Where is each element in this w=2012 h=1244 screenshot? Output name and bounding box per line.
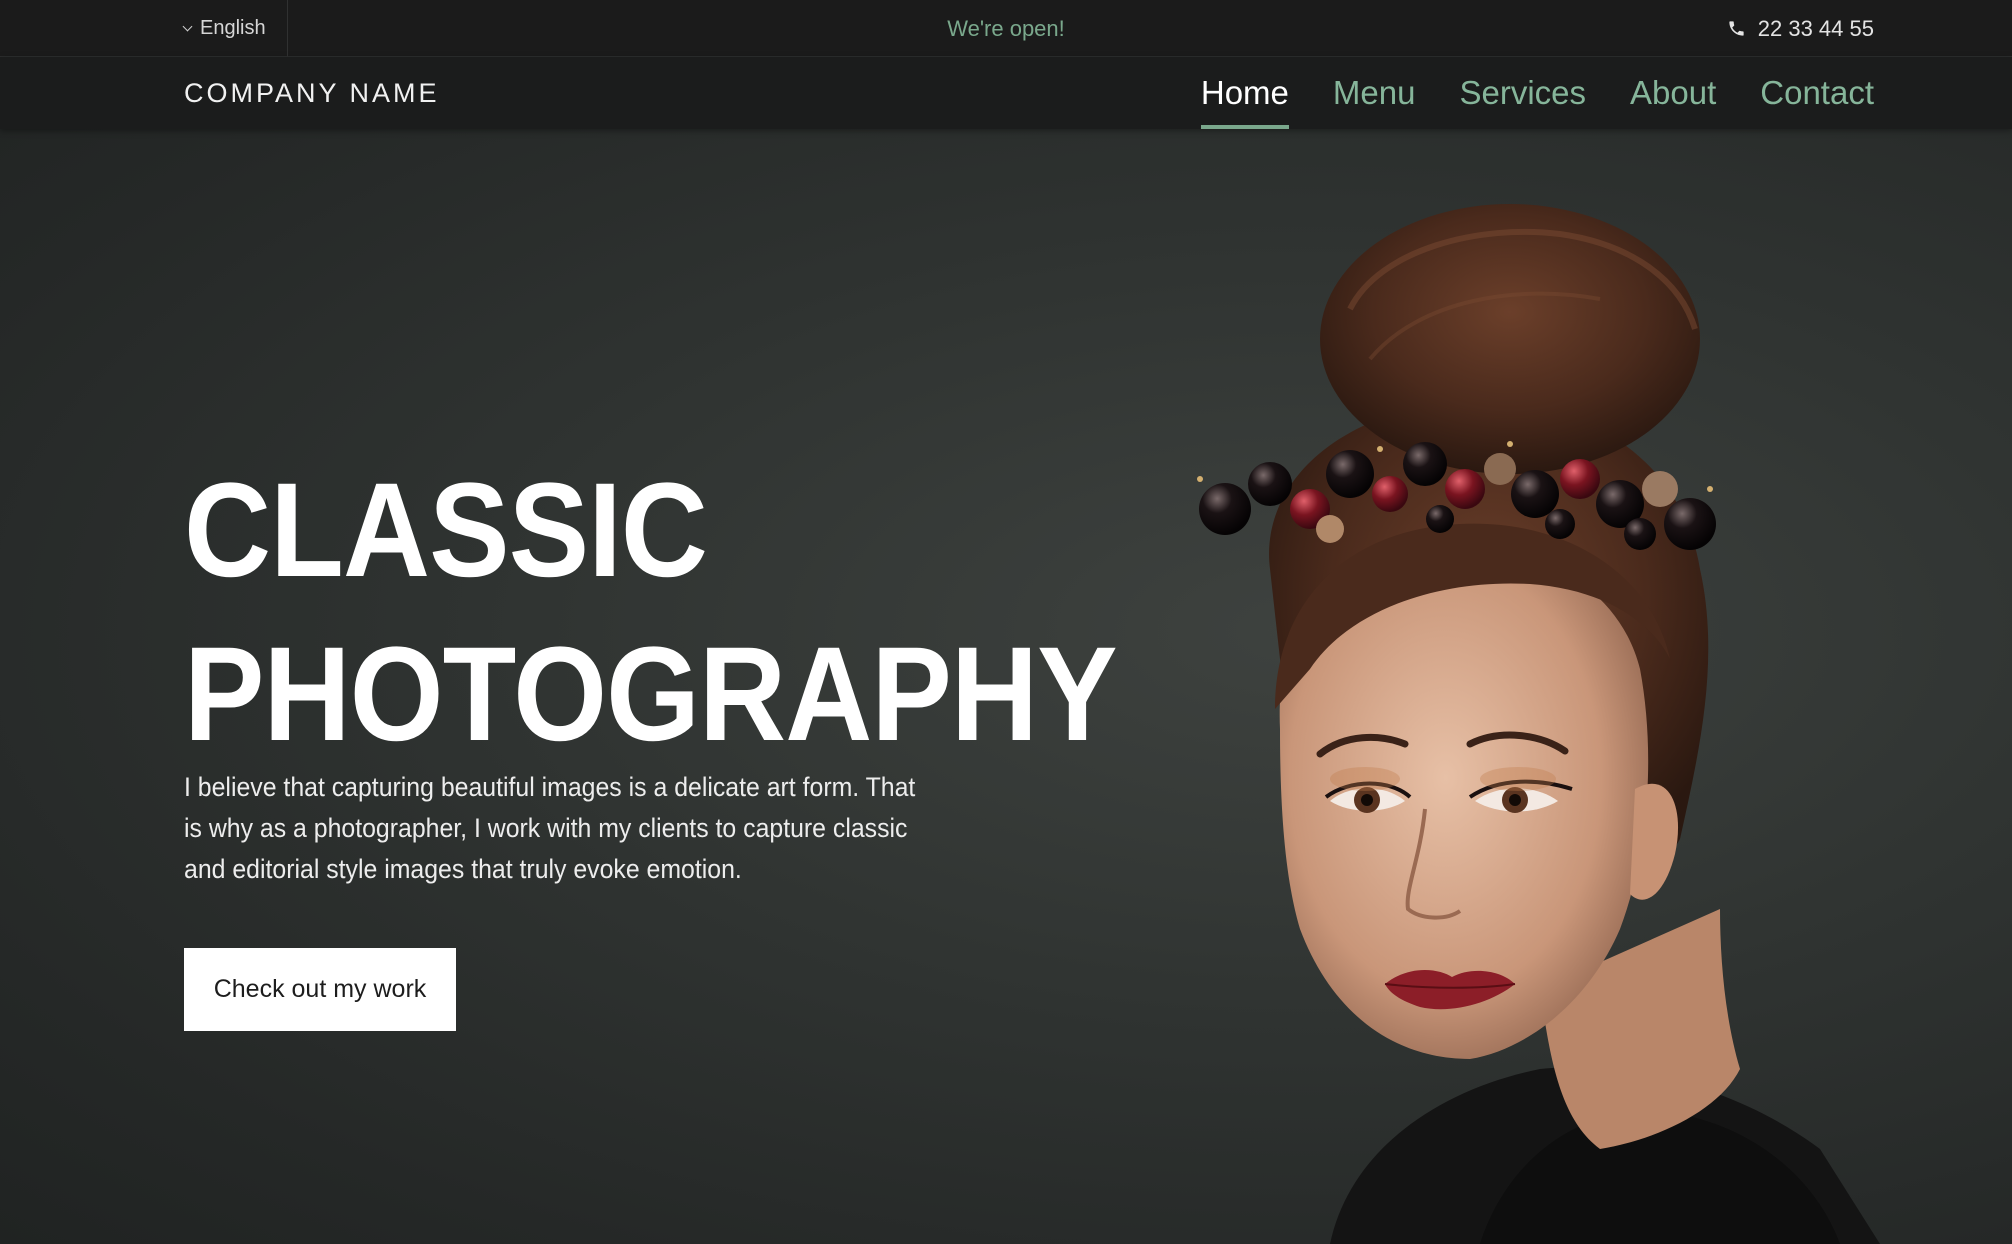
phone-icon: [1729, 21, 1744, 36]
check-out-my-work-button[interactable]: Check out my work: [184, 948, 456, 1031]
main-nav: Home Menu Services About Contact: [1200, 57, 1874, 129]
nav-item-home[interactable]: Home: [1200, 57, 1289, 129]
hero-description: I believe that capturing beautiful image…: [184, 772, 916, 884]
nav-item-services[interactable]: Services: [1459, 57, 1586, 129]
hero-title: CLASSIC PHOTOGRAPHY: [184, 449, 1118, 777]
main-navbar: COMPANY NAME Home Menu Services About Co…: [0, 57, 2012, 129]
phone-link[interactable]: 22 33 44 55: [1727, 0, 1874, 57]
nav-item-about[interactable]: About: [1630, 57, 1716, 129]
nav-item-menu[interactable]: Menu: [1333, 57, 1416, 129]
phone-number: 22 33 44 55: [1757, 15, 1874, 41]
hero-section: CLASSIC PHOTOGRAPHY I believe that captu…: [0, 129, 2012, 1244]
nav-item-contact[interactable]: Contact: [1760, 57, 1874, 129]
hero-title-line-1: CLASSIC: [184, 456, 708, 605]
language-label: English: [200, 17, 266, 39]
company-name-logo[interactable]: COMPANY NAME: [184, 57, 440, 129]
hero-portrait-image: [1197, 204, 1880, 1244]
chevron-down-icon: [182, 21, 193, 31]
hero-title-line-2: PHOTOGRAPHY: [184, 620, 1118, 769]
top-bar: English We're open! 22 33 44 55: [0, 0, 2012, 57]
language-selector[interactable]: English: [182, 0, 288, 57]
open-status: We're open!: [947, 15, 1065, 41]
